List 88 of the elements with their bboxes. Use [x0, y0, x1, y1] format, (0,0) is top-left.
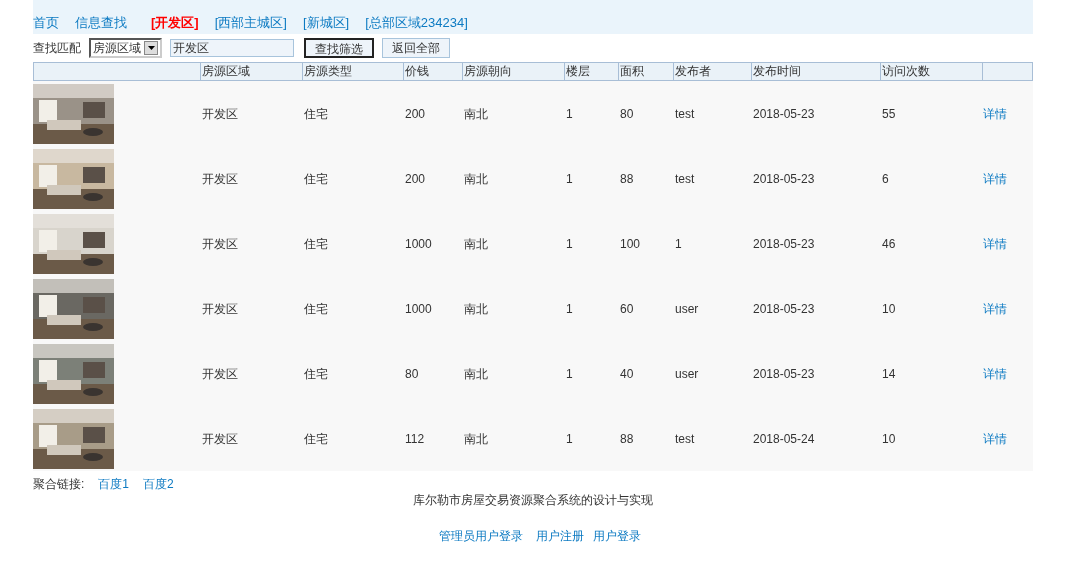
table-cell: 40 [620, 366, 634, 381]
table-cell: 开发区 [202, 301, 238, 316]
table-cell: 200 [405, 106, 426, 121]
table-cell: 1000 [405, 301, 432, 316]
table-cell: 6 [882, 171, 889, 186]
table-cell: 开发区 [202, 366, 238, 381]
table-cell: 10 [882, 301, 896, 316]
table-cell: test [675, 431, 695, 446]
table-cell: 1000 [405, 236, 432, 251]
nav-link[interactable]: [新城区] [302, 12, 350, 32]
table-cell: 住宅 [304, 236, 328, 251]
table-cell: 住宅 [304, 171, 328, 186]
column-header: 面积 [619, 63, 674, 80]
column-header: 价钱 [404, 63, 463, 80]
filter-button[interactable]: 查找筛选 [304, 38, 374, 58]
table-cell: 开发区 [202, 171, 238, 186]
table-cell: 2018-05-23 [753, 236, 815, 251]
table-cell: 住宅 [304, 431, 328, 446]
search-field[interactable]: 开发区 [170, 39, 294, 57]
table-cell: 80 [620, 106, 634, 121]
table-cell: 88 [620, 431, 634, 446]
filter-button[interactable]: 返回全部 [382, 38, 450, 58]
column-header: 房源朝向 [463, 63, 565, 80]
column-header: 房源类型 [303, 63, 404, 80]
links-label: 聚合链接: [33, 476, 85, 493]
table-cell: user [675, 301, 699, 316]
details-link[interactable]: 详情 [983, 234, 1007, 253]
table-cell: 2018-05-24 [753, 431, 815, 446]
nav-link[interactable]: [西部主城区] [214, 12, 287, 32]
nav-link[interactable]: 信息查找 [75, 12, 127, 32]
table-cell: 1 [566, 171, 573, 186]
table-cell: 1 [566, 106, 573, 121]
table-cell: 10 [882, 431, 896, 446]
table-cell: 14 [882, 366, 896, 381]
table-cell: 开发区 [202, 431, 238, 446]
table-cell: 南北 [464, 236, 488, 251]
table-cell: 46 [882, 236, 896, 251]
details-link[interactable]: 详情 [983, 364, 1007, 383]
external-link[interactable]: 百度1 [98, 475, 130, 493]
footer-link[interactable]: 管理员用户登录 [439, 527, 523, 545]
table-cell: 2018-05-23 [753, 301, 815, 316]
footer-link[interactable]: 用户注册 [536, 527, 584, 545]
details-link[interactable]: 详情 [983, 429, 1007, 448]
nav-link[interactable]: 首页 [33, 12, 59, 32]
external-link[interactable]: 百度2 [143, 475, 174, 493]
table-cell: 1 [675, 236, 682, 251]
table-cell: 开发区 [202, 106, 238, 121]
table-cell: 60 [620, 301, 634, 316]
footer-link[interactable]: 用户登录 [593, 527, 641, 545]
column-header: 楼层 [565, 63, 619, 80]
table-cell: 住宅 [304, 366, 328, 381]
table-cell: 开发区 [202, 236, 238, 251]
details-link[interactable]: 详情 [983, 169, 1007, 188]
column-header: 发布时间 [752, 63, 881, 80]
column-header: 发布者 [674, 63, 752, 80]
table-cell: 112 [405, 431, 425, 446]
nav-link[interactable]: [开发区] [151, 12, 199, 32]
table-cell: 88 [620, 171, 634, 186]
table-cell: 2018-05-23 [753, 171, 815, 186]
details-link[interactable]: 详情 [983, 299, 1007, 318]
nav-link[interactable]: [总部区域234234] [365, 12, 468, 32]
table-cell: 2018-05-23 [753, 366, 815, 381]
column-header: 访问次数 [881, 63, 983, 80]
table-cell: 55 [882, 106, 896, 121]
table-cell: 南北 [464, 301, 488, 316]
caret-icon [144, 41, 158, 55]
search-label: 查找匹配 [33, 40, 81, 57]
details-link[interactable]: 详情 [983, 104, 1007, 123]
footer-title: 库尔勒市房屋交易资源聚合系统的设计与实现 [413, 493, 653, 507]
table-cell: 南北 [464, 171, 488, 186]
table-cell: 1 [566, 301, 573, 316]
table-cell: 100 [620, 236, 641, 251]
column-header: 房源区域 [201, 63, 303, 80]
table-cell: 200 [405, 171, 426, 186]
table-cell: 南北 [464, 106, 488, 121]
table-cell: 1 [566, 366, 573, 381]
table-cell: 南北 [464, 431, 488, 446]
table-cell: 2018-05-23 [753, 106, 815, 121]
table-cell: test [675, 106, 695, 121]
table-cell: user [675, 366, 699, 381]
table-cell: 南北 [464, 366, 488, 381]
table-cell: 80 [405, 366, 419, 381]
table-cell: 住宅 [304, 106, 328, 121]
table-cell: test [675, 171, 695, 186]
table-cell: 住宅 [304, 301, 328, 316]
table-cell: 1 [566, 236, 573, 251]
table-cell: 1 [566, 431, 573, 446]
region-select[interactable]: 房源区域 [89, 38, 162, 58]
